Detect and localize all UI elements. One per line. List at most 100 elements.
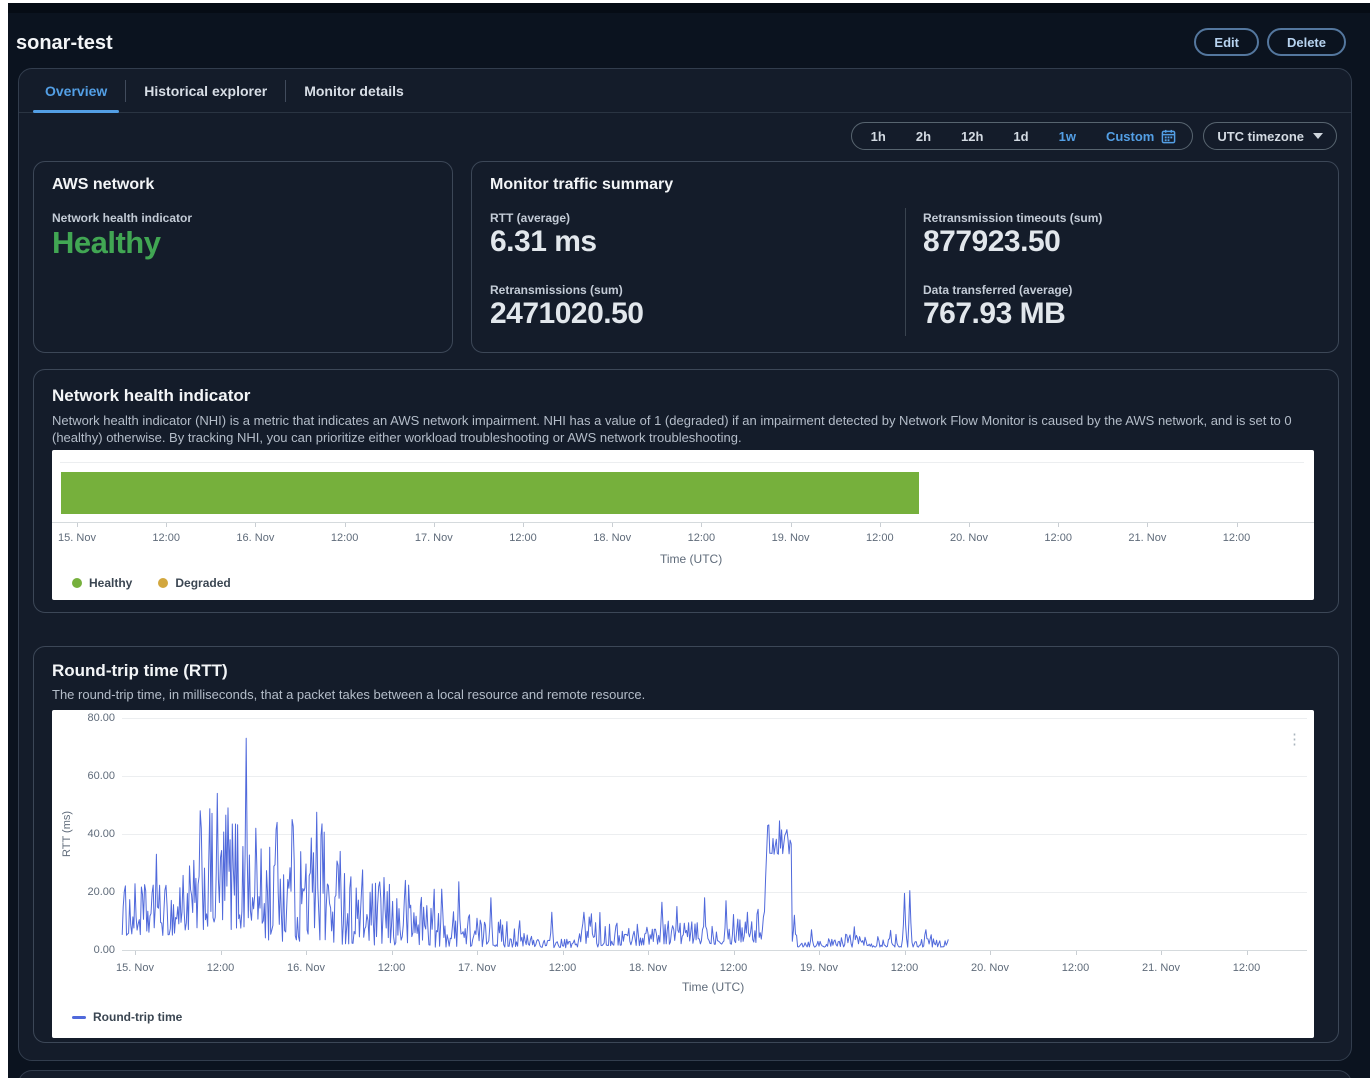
rtt-tick-mark — [819, 951, 820, 955]
legend-healthy-label: Healthy — [89, 576, 132, 590]
nhi-tick-label: 12:00 — [669, 532, 733, 544]
degraded-dot-icon — [158, 578, 168, 588]
column-divider — [905, 208, 906, 336]
rtt-tick-label: 15. Nov — [103, 962, 167, 974]
timezone-dropdown[interactable]: UTC timezone — [1203, 122, 1337, 150]
nhi-tick-label: 20. Nov — [937, 532, 1001, 544]
rtt-tick-mark — [1161, 951, 1162, 955]
top-strip — [8, 3, 1370, 13]
tab-bar: Overview Historical explorer Monitor det… — [19, 69, 1351, 113]
nhi-tick-label: 12:00 — [313, 532, 377, 544]
nhi-tick-label: 19. Nov — [759, 532, 823, 544]
traffic-summary-title: Monitor traffic summary — [490, 176, 673, 194]
nhi-tick-label: 12:00 — [1205, 532, 1269, 544]
rtt-tick-mark — [392, 951, 393, 955]
retransmission-timeouts-value: 877923.50 — [923, 225, 1060, 259]
legend-item-healthy[interactable]: Healthy — [72, 576, 132, 590]
edit-button[interactable]: Edit — [1194, 28, 1259, 56]
rtt-tick-label: 12:00 — [1215, 962, 1279, 974]
rtt-tick-label: 17. Nov — [445, 962, 509, 974]
custom-range-button[interactable]: Custom — [1091, 129, 1188, 144]
legend-item-round-trip-time[interactable]: Round-trip time — [72, 1010, 182, 1024]
nhi-tick-mark — [969, 523, 970, 527]
main-panel: Overview Historical explorer Monitor det… — [18, 68, 1352, 1061]
range-2h-button[interactable]: 2h — [901, 129, 946, 144]
nhi-tick-mark — [701, 523, 702, 527]
data-transferred-value: 767.93 MB — [923, 297, 1065, 331]
nhi-tick-label: 12:00 — [848, 532, 912, 544]
nhi-tick-label: 12:00 — [134, 532, 198, 544]
nhi-metric-value: Healthy — [52, 225, 160, 261]
rtt-tick-label: 20. Nov — [958, 962, 1022, 974]
rtt-average-value: 6.31 ms — [490, 225, 597, 259]
rtt-tick-label: 16. Nov — [274, 962, 338, 974]
traffic-summary-card: Monitor traffic summary RTT (average) 6.… — [471, 161, 1339, 353]
tab-historical-explorer[interactable]: Historical explorer — [126, 69, 285, 112]
nhi-section-description: Network health indicator (NHI) is a metr… — [52, 412, 1316, 447]
time-controls: 1h 2h 12h 1d 1w Custom — [851, 122, 1337, 150]
rtt-section-description: The round-trip time, in milliseconds, th… — [52, 686, 1316, 703]
header-actions: Edit Delete — [1194, 28, 1346, 56]
nhi-tick-label: 12:00 — [491, 532, 555, 544]
range-1w-button[interactable]: 1w — [1044, 129, 1091, 144]
rtt-tick-mark — [648, 951, 649, 955]
nhi-tick-mark — [612, 523, 613, 527]
rtt-tick-mark — [477, 951, 478, 955]
rtt-tick-mark — [905, 951, 906, 955]
nhi-healthy-bar — [61, 472, 920, 514]
range-12h-button[interactable]: 12h — [946, 129, 998, 144]
delete-button[interactable]: Delete — [1267, 28, 1346, 56]
aws-network-card-title: AWS network — [52, 176, 154, 194]
calendar-icon — [1161, 129, 1176, 144]
rtt-tick-label: 12:00 — [873, 962, 937, 974]
nhi-tick-label: 15. Nov — [52, 532, 109, 544]
rtt-tick-label: 19. Nov — [787, 962, 851, 974]
nhi-tick-mark — [1237, 523, 1238, 527]
nhi-x-axis-line — [52, 522, 1314, 523]
aws-network-card: AWS network Network health indicator Hea… — [33, 161, 453, 353]
rtt-x-axis-title: Time (UTC) — [682, 980, 744, 994]
nhi-tick-label: 21. Nov — [1115, 532, 1179, 544]
data-transferred-label: Data transferred (average) — [923, 283, 1072, 297]
rtt-tick-label: 12:00 — [531, 962, 595, 974]
page-title: sonar-test — [16, 32, 113, 55]
range-1h-button[interactable]: 1h — [856, 129, 901, 144]
nhi-chart: 15. Nov12:0016. Nov12:0017. Nov12:0018. … — [52, 450, 1314, 600]
rtt-tick-label: 12:00 — [360, 962, 424, 974]
nhi-card: Network health indicator Network health … — [33, 369, 1339, 613]
nhi-metric-label: Network health indicator — [52, 211, 192, 225]
custom-range-label: Custom — [1106, 129, 1154, 144]
nhi-tick-mark — [1058, 523, 1059, 527]
rtt-average-label: RTT (average) — [490, 211, 570, 225]
rtt-card: Round-trip time (RTT) The round-trip tim… — [33, 646, 1339, 1043]
nhi-tick-mark — [166, 523, 167, 527]
tab-monitor-details[interactable]: Monitor details — [286, 69, 422, 112]
rtt-tick-mark — [135, 951, 136, 955]
chart-menu-icon[interactable]: ⋮ — [1287, 732, 1302, 747]
rtt-legend: Round-trip time — [72, 1010, 182, 1024]
rtt-tick-mark — [990, 951, 991, 955]
healthy-dot-icon — [72, 578, 82, 588]
nhi-section-title: Network health indicator — [52, 386, 250, 406]
rtt-tick-label: 18. Nov — [616, 962, 680, 974]
nhi-tick-mark — [77, 523, 78, 527]
line-swatch-icon — [72, 1016, 86, 1019]
legend-item-degraded[interactable]: Degraded — [158, 576, 230, 590]
nhi-tick-mark — [345, 523, 346, 527]
rtt-tick-label: 12:00 — [1044, 962, 1108, 974]
nhi-tick-mark — [880, 523, 881, 527]
rtt-tick-label: 12:00 — [189, 962, 253, 974]
range-1d-button[interactable]: 1d — [998, 129, 1043, 144]
nhi-tick-label: 18. Nov — [580, 532, 644, 544]
rtt-tick-mark — [221, 951, 222, 955]
nhi-tick-mark — [434, 523, 435, 527]
legend-rtt-label: Round-trip time — [93, 1010, 182, 1024]
retransmission-timeouts-label: Retransmission timeouts (sum) — [923, 211, 1102, 225]
rtt-chart: 80.0060.0040.0020.000.00 RTT (ms) 15. No… — [52, 710, 1314, 1038]
rtt-tick-mark — [306, 951, 307, 955]
next-section-panel — [18, 1070, 1352, 1078]
nhi-tick-mark — [1147, 523, 1148, 527]
app-window: sonar-test Edit Delete Overview Historic… — [8, 3, 1370, 1078]
tab-overview[interactable]: Overview — [27, 69, 125, 112]
rtt-tick-mark — [563, 951, 564, 955]
